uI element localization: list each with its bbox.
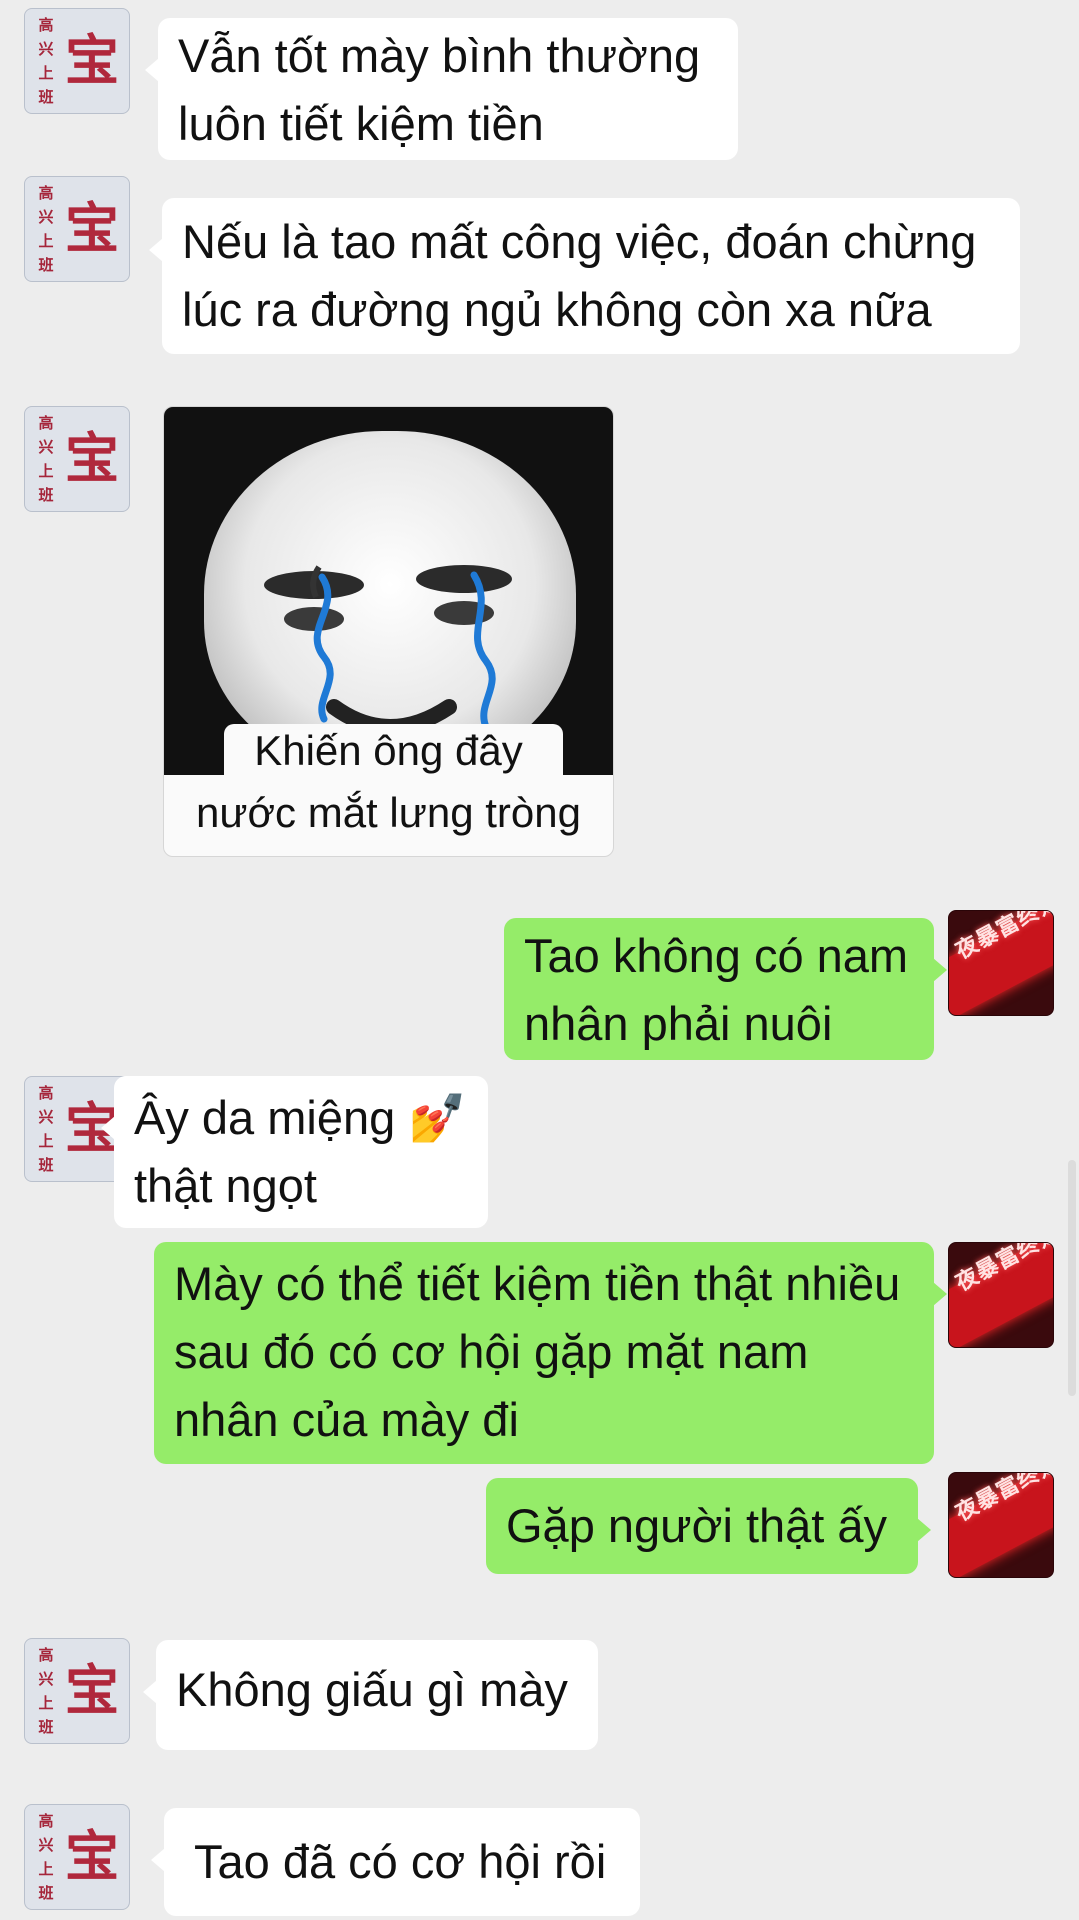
message-text: Tao đã có cơ hội rồi: [194, 1835, 607, 1888]
contact-avatar[interactable]: 高兴上班 宝: [24, 8, 130, 114]
message-bubble-incoming[interactable]: Ây da miệng 💅 thật ngọt: [101, 1076, 488, 1228]
avatar-side-text: 高兴上班: [38, 414, 54, 504]
sticker-caption-line: nước mắt lưng tròng: [196, 789, 581, 836]
message-text: nhân của mày đi: [174, 1393, 519, 1446]
message-text: Mày có thể tiết kiệm tiền thật nhiều: [174, 1257, 901, 1310]
message-text: thật ngọt: [134, 1159, 317, 1212]
avatar-glyph: 宝: [65, 199, 119, 259]
sticker-caption: Khiến ông đây nước mắt lưng tròng: [164, 720, 613, 844]
avatar-side-text: 高兴上班: [38, 1646, 54, 1736]
avatar-side-text: 高兴上班: [38, 1812, 54, 1902]
message-bubble-incoming[interactable]: Vẫn tốt mày bình thường luôn tiết kiệm t…: [145, 18, 738, 160]
avatar-glyph: 宝: [65, 31, 119, 91]
message-text: Vẫn tốt mày bình thường: [178, 29, 701, 82]
message-bubble-incoming[interactable]: Tao đã có cơ hội rồi: [151, 1808, 640, 1916]
message-text: luôn tiết kiệm tiền: [178, 97, 544, 150]
message-text: Gặp người thật ấy: [506, 1499, 888, 1552]
avatar-side-text: 高兴上班: [38, 1084, 54, 1174]
avatar-glyph: 宝: [65, 1827, 119, 1887]
avatar-glyph: 宝: [65, 429, 119, 489]
avatar-side-text: 高兴上班: [38, 184, 54, 274]
message-text: Ây da miệng 💅: [134, 1091, 467, 1144]
message-text: sau đó có cơ hội gặp mặt nam: [174, 1325, 809, 1378]
message-bubble-outgoing[interactable]: Gặp người thật ấy: [486, 1478, 931, 1574]
my-avatar[interactable]: 夜暴富终是梦: [948, 910, 1054, 1016]
contact-avatar[interactable]: 高兴上班 宝: [24, 176, 130, 282]
contact-avatar[interactable]: 高兴上班 宝: [24, 1638, 130, 1744]
crying-panda-sticker[interactable]: Khiến ông đây nước mắt lưng tròng: [163, 406, 614, 857]
sticker-caption-line: Khiến ông đây: [254, 727, 523, 774]
message-text: lúc ra đường ngủ không còn xa nữa: [182, 283, 932, 336]
message-bubble-outgoing[interactable]: Tao không có nam nhân phải nuôi: [504, 918, 947, 1060]
contact-avatar[interactable]: 高兴上班 宝: [24, 1804, 130, 1910]
message-text: nhân phải nuôi: [524, 997, 833, 1050]
message-text: Nếu là tao mất công việc, đoán chừng: [182, 215, 977, 268]
message-bubble-incoming[interactable]: Nếu là tao mất công việc, đoán chừng lúc…: [149, 198, 1020, 354]
message-bubble-incoming[interactable]: Không giấu gì mày: [143, 1640, 598, 1750]
message-text: Không giấu gì mày: [176, 1663, 568, 1716]
scrollbar[interactable]: [1068, 1160, 1076, 1396]
message-bubble-outgoing[interactable]: Mày có thể tiết kiệm tiền thật nhiều sau…: [154, 1242, 947, 1464]
message-text: Tao không có nam: [524, 929, 909, 982]
contact-avatar[interactable]: 高兴上班 宝: [24, 406, 130, 512]
avatar-side-text: 高兴上班: [38, 16, 54, 106]
my-avatar[interactable]: 夜暴富终是梦: [948, 1472, 1054, 1578]
my-avatar[interactable]: 夜暴富终是梦: [948, 1242, 1054, 1348]
avatar-glyph: 宝: [65, 1661, 119, 1721]
